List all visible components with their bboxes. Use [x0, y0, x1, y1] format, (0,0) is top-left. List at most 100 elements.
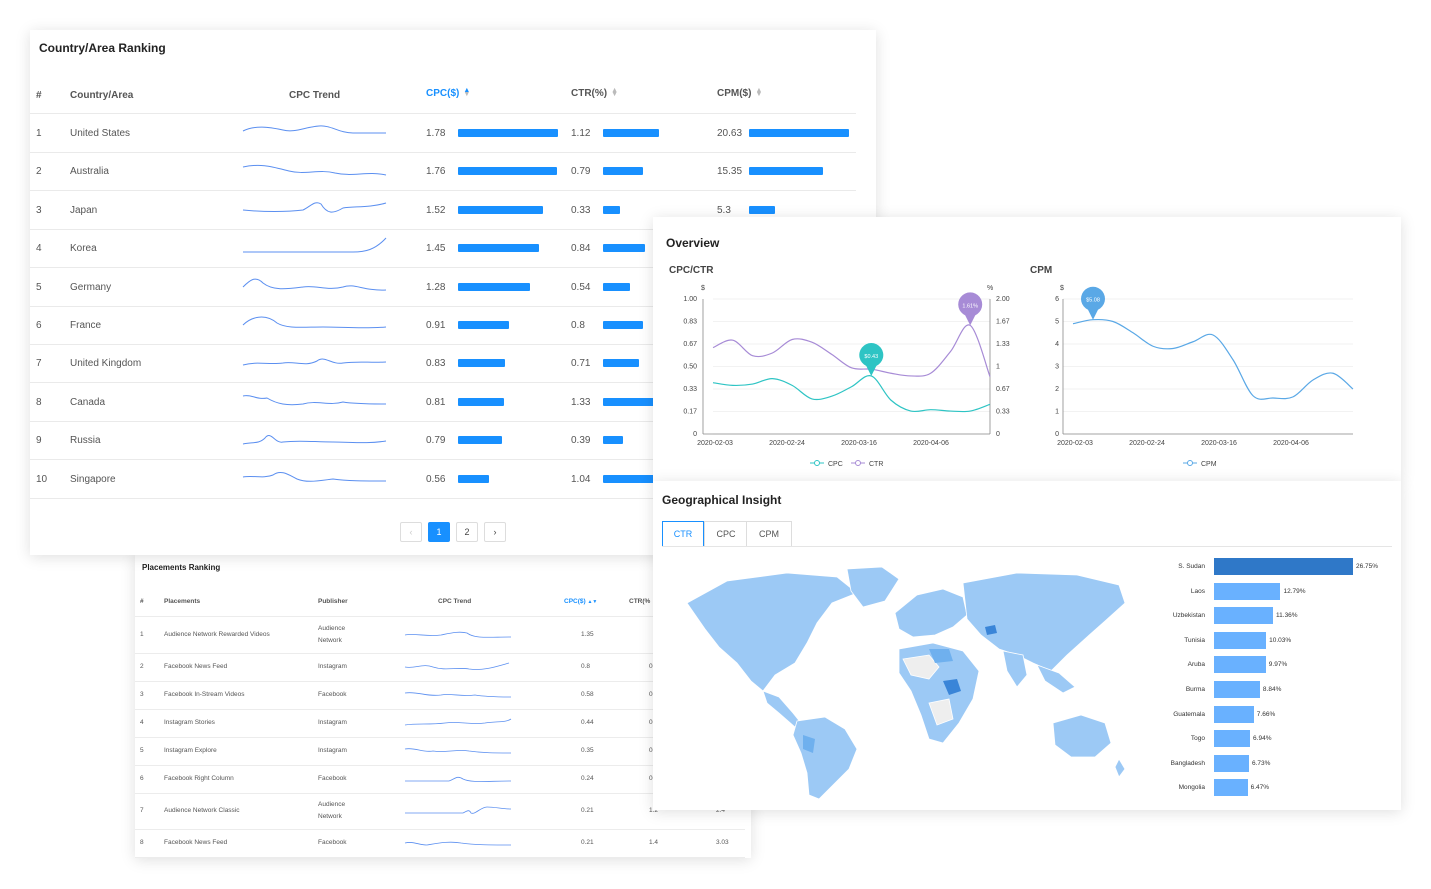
- row-publisher: Network: [318, 813, 342, 820]
- ctr-bar: [603, 282, 630, 291]
- row-ctr-value: 0.79: [571, 166, 591, 178]
- col-header-ctr[interactable]: CTR(%) ▲ ▼: [571, 87, 618, 99]
- geo-bar[interactable]: [1214, 730, 1251, 748]
- row-country: Australia: [70, 166, 109, 178]
- y-left-tick: 0.83: [683, 319, 697, 326]
- world-map[interactable]: [667, 563, 1137, 803]
- pagination-page-2[interactable]: 2: [456, 522, 478, 542]
- map-region-southeast-asia: [1036, 664, 1076, 694]
- row-cpc-value: 0.83: [426, 358, 446, 370]
- sort-icon[interactable]: ▲▼: [463, 87, 470, 98]
- row-rank: 2: [140, 663, 144, 670]
- ctr-bar: [603, 244, 645, 253]
- cpc-bar: [458, 129, 558, 137]
- geo-bar[interactable]: [1214, 681, 1260, 698]
- y-right-tick: 0.67: [996, 386, 1010, 393]
- row-cpc-value: 0.24: [581, 775, 594, 782]
- tab-cpc[interactable]: CPC: [704, 521, 748, 547]
- row-country: United Kingdom: [70, 358, 142, 370]
- table-row[interactable]: 8 Facebook News Feed Facebook 0.21 1.4 3.03: [135, 829, 745, 858]
- sort-icon[interactable]: ▲▼: [611, 87, 618, 98]
- pagination-page-1[interactable]: 1: [428, 522, 450, 542]
- ctr-bar: [603, 359, 639, 368]
- y-tick: 0: [1055, 431, 1059, 438]
- sort-icon[interactable]: ▲▼: [755, 87, 762, 98]
- tab-ctr[interactable]: CTR: [662, 521, 704, 547]
- pl-header-placement: Placements: [164, 598, 201, 605]
- pagination-next[interactable]: ›: [484, 522, 506, 542]
- sort-icon[interactable]: ▲▼: [587, 599, 597, 605]
- legend-cpc-dot: [814, 460, 820, 466]
- row-cpm-value: 3.03: [716, 839, 729, 846]
- legend-cpm-dot: [1187, 460, 1193, 466]
- row-placement: Facebook News Feed: [164, 663, 228, 670]
- cpc-ctr-chart[interactable]: $ % 0 0.17 0.33 0.50 0.67 0.83 1.00 0 0.33 0.67 1 1.3…: [653, 277, 1013, 477]
- tab-cpm[interactable]: CPM: [746, 521, 792, 547]
- y-right-tick: 1.67: [996, 319, 1010, 326]
- col-header-cpc-label: CPC($): [426, 88, 460, 99]
- row-ctr-value: 0.39: [571, 435, 591, 447]
- ctr-marker-pin: 1.61%: [958, 292, 983, 326]
- pl-header-publisher: Publisher: [318, 598, 348, 605]
- sparkline-path: [242, 278, 387, 291]
- y-left-tick: 0.33: [683, 386, 697, 393]
- row-cpc-value: 0.58: [581, 691, 594, 698]
- geo-insight-card: Geographical Insight CTR CPC CPM S. Suda…: [653, 481, 1401, 810]
- pagination-prev[interactable]: ‹: [400, 522, 422, 542]
- geo-bar[interactable]: [1214, 705, 1254, 723]
- table-row[interactable]: 2 Australia 1.76 0.79 15.35: [30, 152, 856, 192]
- geo-bar-label: Burma: [1185, 686, 1205, 693]
- geo-bar-label: Bangladesh: [1170, 759, 1205, 767]
- country-ranking-title: Country/Area Ranking: [39, 41, 166, 55]
- row-publisher: Facebook: [318, 775, 347, 782]
- cpc-trend-sparkline: [404, 748, 512, 754]
- y-tick: 4: [1055, 341, 1059, 348]
- row-rank: 5: [140, 747, 144, 754]
- geo-bar[interactable]: [1214, 582, 1281, 600]
- pl-header-cpc[interactable]: CPC($) ▲▼: [564, 598, 597, 605]
- row-placement: Facebook In-Stream Videos: [164, 691, 245, 698]
- geo-bar-value: 7.66%: [1256, 710, 1276, 718]
- row-rank: 1: [36, 128, 42, 139]
- geo-bar[interactable]: [1214, 754, 1249, 772]
- x-tick: 2020-02-24: [769, 440, 805, 447]
- geo-bar-label: Togo: [1190, 735, 1205, 743]
- cpc-ctr-legend[interactable]: CPC CTR: [810, 460, 883, 469]
- row-cpc-value: 0.21: [581, 839, 594, 846]
- x-tick: 2020-02-03: [1057, 440, 1093, 447]
- geo-bar[interactable]: [1214, 779, 1248, 797]
- table-row[interactable]: 1 United States 1.78 1.12 20.63: [30, 114, 856, 153]
- right-unit-label: %: [987, 285, 993, 292]
- x-tick: 2020-03-16: [841, 440, 877, 447]
- geo-bar[interactable]: [1214, 656, 1266, 674]
- x-tick: 2020-04-06: [1273, 440, 1309, 447]
- geo-bar-label: Uzbekistan: [1172, 612, 1205, 620]
- legend-ctr-dot: [855, 460, 861, 466]
- col-header-cpm[interactable]: CPM($) ▲ ▼: [717, 87, 762, 99]
- geo-bar[interactable]: [1214, 631, 1267, 649]
- cpc-trend-sparkline: [242, 471, 387, 482]
- geo-bar[interactable]: [1214, 558, 1353, 575]
- sparkline-path: [242, 394, 387, 406]
- geo-bar-value: 8.84%: [1262, 686, 1282, 693]
- map-region-europe: [894, 588, 968, 638]
- cpc-trend-sparkline: [405, 776, 512, 782]
- cpm-legend[interactable]: CPM: [1183, 460, 1217, 469]
- pl-header-ctr[interactable]: CTR(%: [629, 598, 650, 605]
- row-ctr-value: 0.54: [571, 281, 591, 293]
- geo-bar[interactable]: [1214, 607, 1274, 625]
- col-header-cpm-label: CPM($): [717, 88, 752, 99]
- y-left-tick: 1.00: [683, 296, 697, 303]
- row-country: Japan: [70, 204, 98, 216]
- col-header-cpc-trend: CPC Trend: [289, 90, 341, 101]
- col-header-cpc[interactable]: CPC($) ▲ ▼: [426, 87, 470, 99]
- cpm-chart[interactable]: $0 1 2 3 4 5 6 2020-02-03 2020-02-24 2020-03-16 20…: [1023, 277, 1393, 477]
- sparkline-path: [404, 631, 512, 638]
- row-country: France: [70, 320, 102, 331]
- x-tick: 2020-04-06: [913, 440, 949, 447]
- row-country: Korea: [70, 243, 97, 255]
- row-ctr-value: 1.4: [649, 839, 659, 846]
- sparkline-path: [242, 125, 386, 134]
- map-region-central-america: [762, 690, 802, 728]
- pl-header-trend: CPC Trend: [438, 598, 472, 605]
